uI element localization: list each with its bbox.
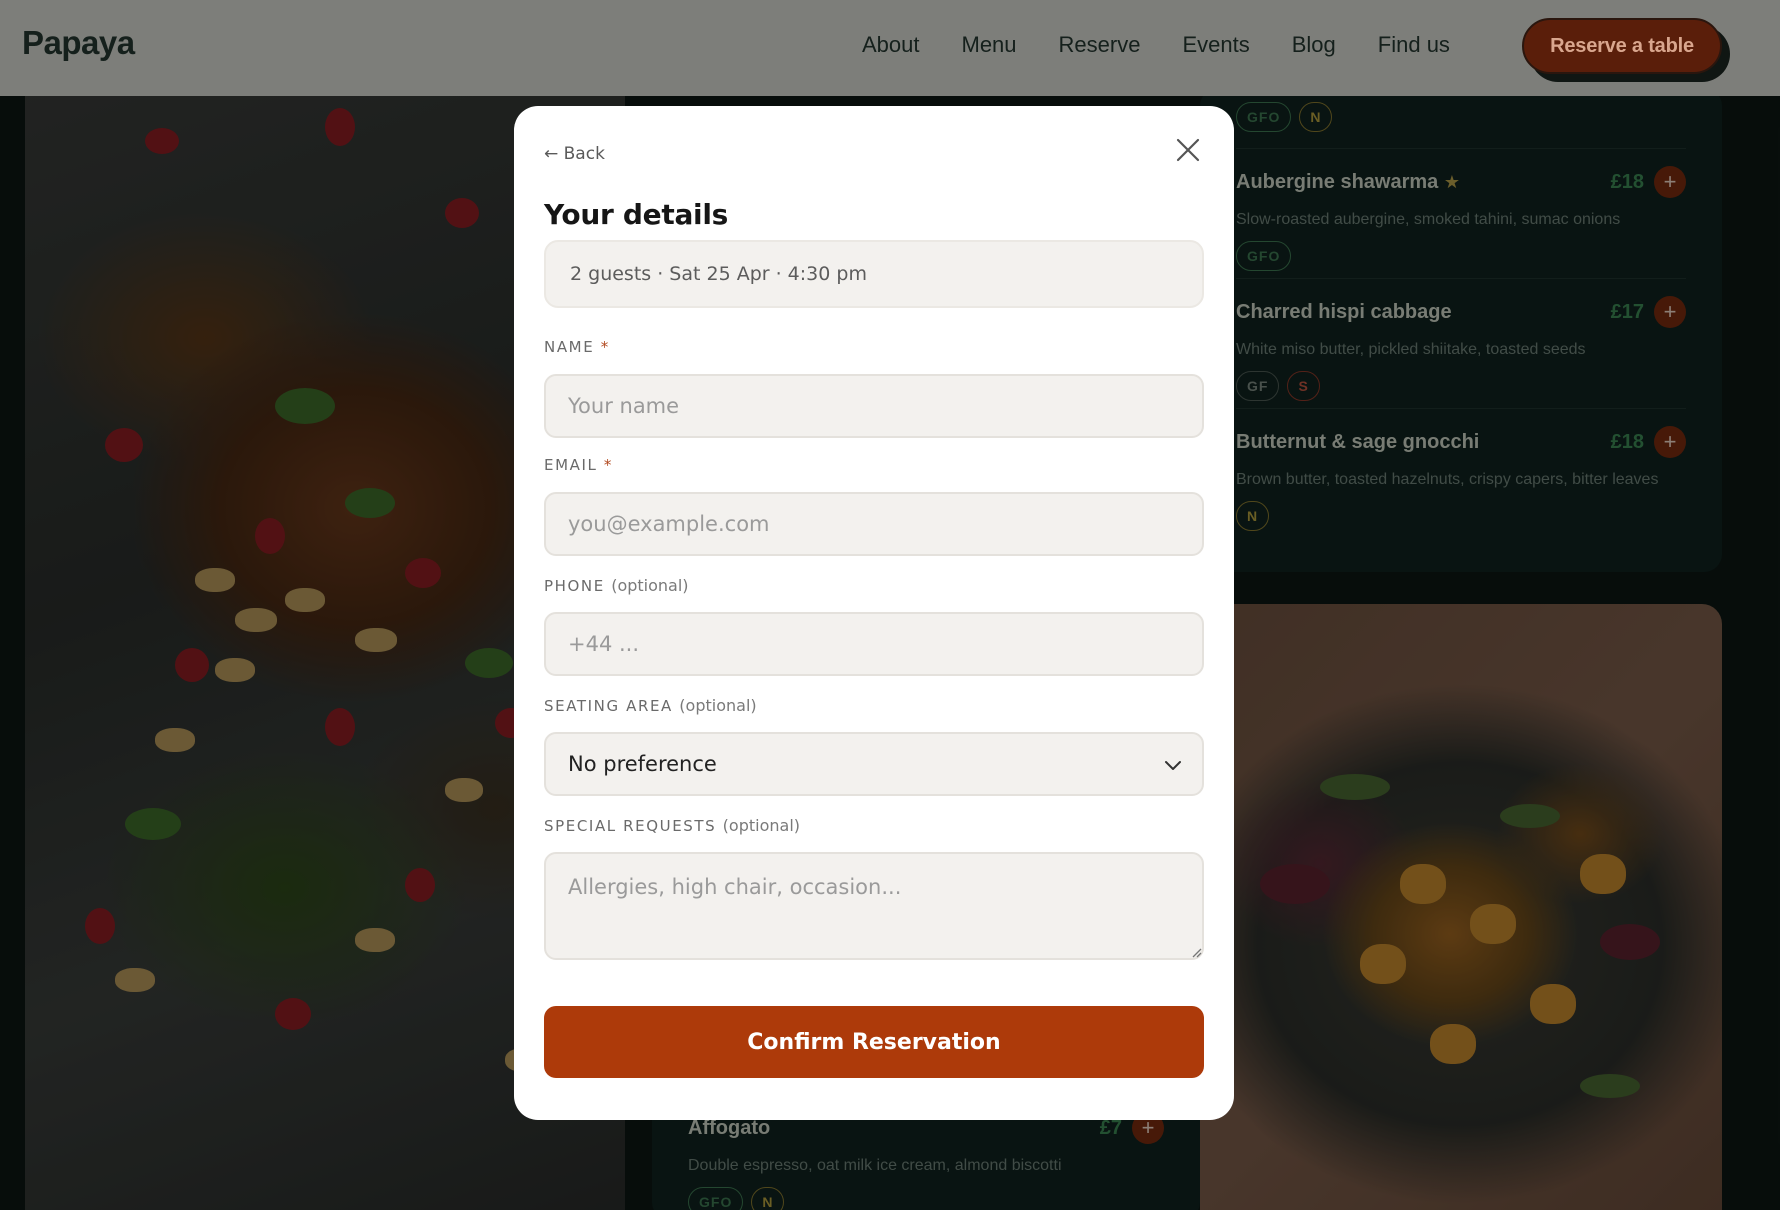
phone-input[interactable]	[544, 612, 1204, 676]
reserve-table-cta: Reserve a table	[1522, 18, 1732, 82]
nav-link-about[interactable]: About	[862, 32, 920, 58]
seating-area-select[interactable]: No preference	[544, 732, 1204, 796]
phone-label: PHONE (optional)	[544, 576, 689, 595]
site-header: Papaya About Menu Reserve Events Blog Fi…	[0, 0, 1780, 96]
special-requests-textarea[interactable]	[544, 852, 1204, 960]
nav-link-blog[interactable]: Blog	[1292, 32, 1336, 58]
close-icon	[1176, 138, 1200, 162]
name-input[interactable]	[544, 374, 1204, 438]
booking-summary: 2 guests · Sat 25 Apr · 4:30 pm	[544, 240, 1204, 308]
main-nav: About Menu Reserve Events Blog Find us	[862, 32, 1450, 58]
close-button[interactable]	[1170, 132, 1206, 168]
nav-link-find-us[interactable]: Find us	[1378, 32, 1450, 58]
email-input[interactable]	[544, 492, 1204, 556]
seating-area-label: SEATING AREA (optional)	[544, 696, 757, 715]
nav-link-menu[interactable]: Menu	[962, 32, 1017, 58]
name-label: NAME *	[544, 338, 609, 356]
modal-title: Your details	[544, 198, 729, 231]
chevron-down-icon	[1165, 761, 1181, 770]
reservation-details-modal: ← Back Your details 2 guests · Sat 25 Ap…	[514, 106, 1234, 1120]
brand-logo[interactable]: Papaya	[22, 24, 135, 62]
special-requests-label: SPECIAL REQUESTS (optional)	[544, 816, 800, 835]
email-label: EMAIL *	[544, 456, 612, 474]
seating-area-value: No preference	[568, 752, 717, 776]
confirm-reservation-button[interactable]: Confirm Reservation	[544, 1006, 1204, 1078]
back-button[interactable]: ← Back	[544, 144, 605, 164]
nav-link-reserve[interactable]: Reserve	[1059, 32, 1141, 58]
resize-handle-icon[interactable]	[1190, 946, 1202, 958]
reserve-table-button[interactable]: Reserve a table	[1522, 18, 1722, 74]
nav-link-events[interactable]: Events	[1182, 32, 1249, 58]
